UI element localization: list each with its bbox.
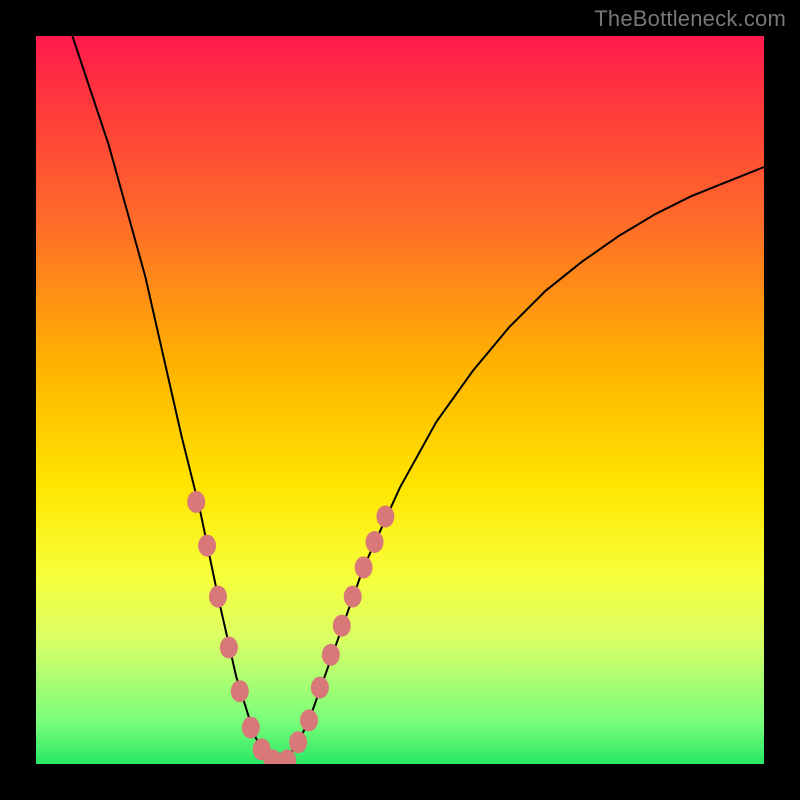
highlighted-marker [366, 531, 384, 553]
highlighted-marker [322, 644, 340, 666]
highlighted-marker [242, 717, 260, 739]
highlighted-marker [187, 491, 205, 513]
highlighted-marker [209, 586, 227, 608]
highlighted-marker [220, 637, 238, 659]
watermark-text: TheBottleneck.com [594, 6, 786, 32]
highlighted-marker [355, 556, 373, 578]
highlighted-marker [198, 535, 216, 557]
highlighted-marker [311, 677, 329, 699]
highlighted-marker [231, 680, 249, 702]
bottleneck-curve-line [72, 36, 764, 764]
highlighted-marker [300, 709, 318, 731]
highlighted-marker [333, 615, 351, 637]
highlighted-marker [289, 731, 307, 753]
chart-plot-area [36, 36, 764, 764]
highlighted-marker [344, 586, 362, 608]
highlighted-markers-group [187, 491, 394, 764]
curve-svg [36, 36, 764, 764]
highlighted-marker [376, 506, 394, 528]
